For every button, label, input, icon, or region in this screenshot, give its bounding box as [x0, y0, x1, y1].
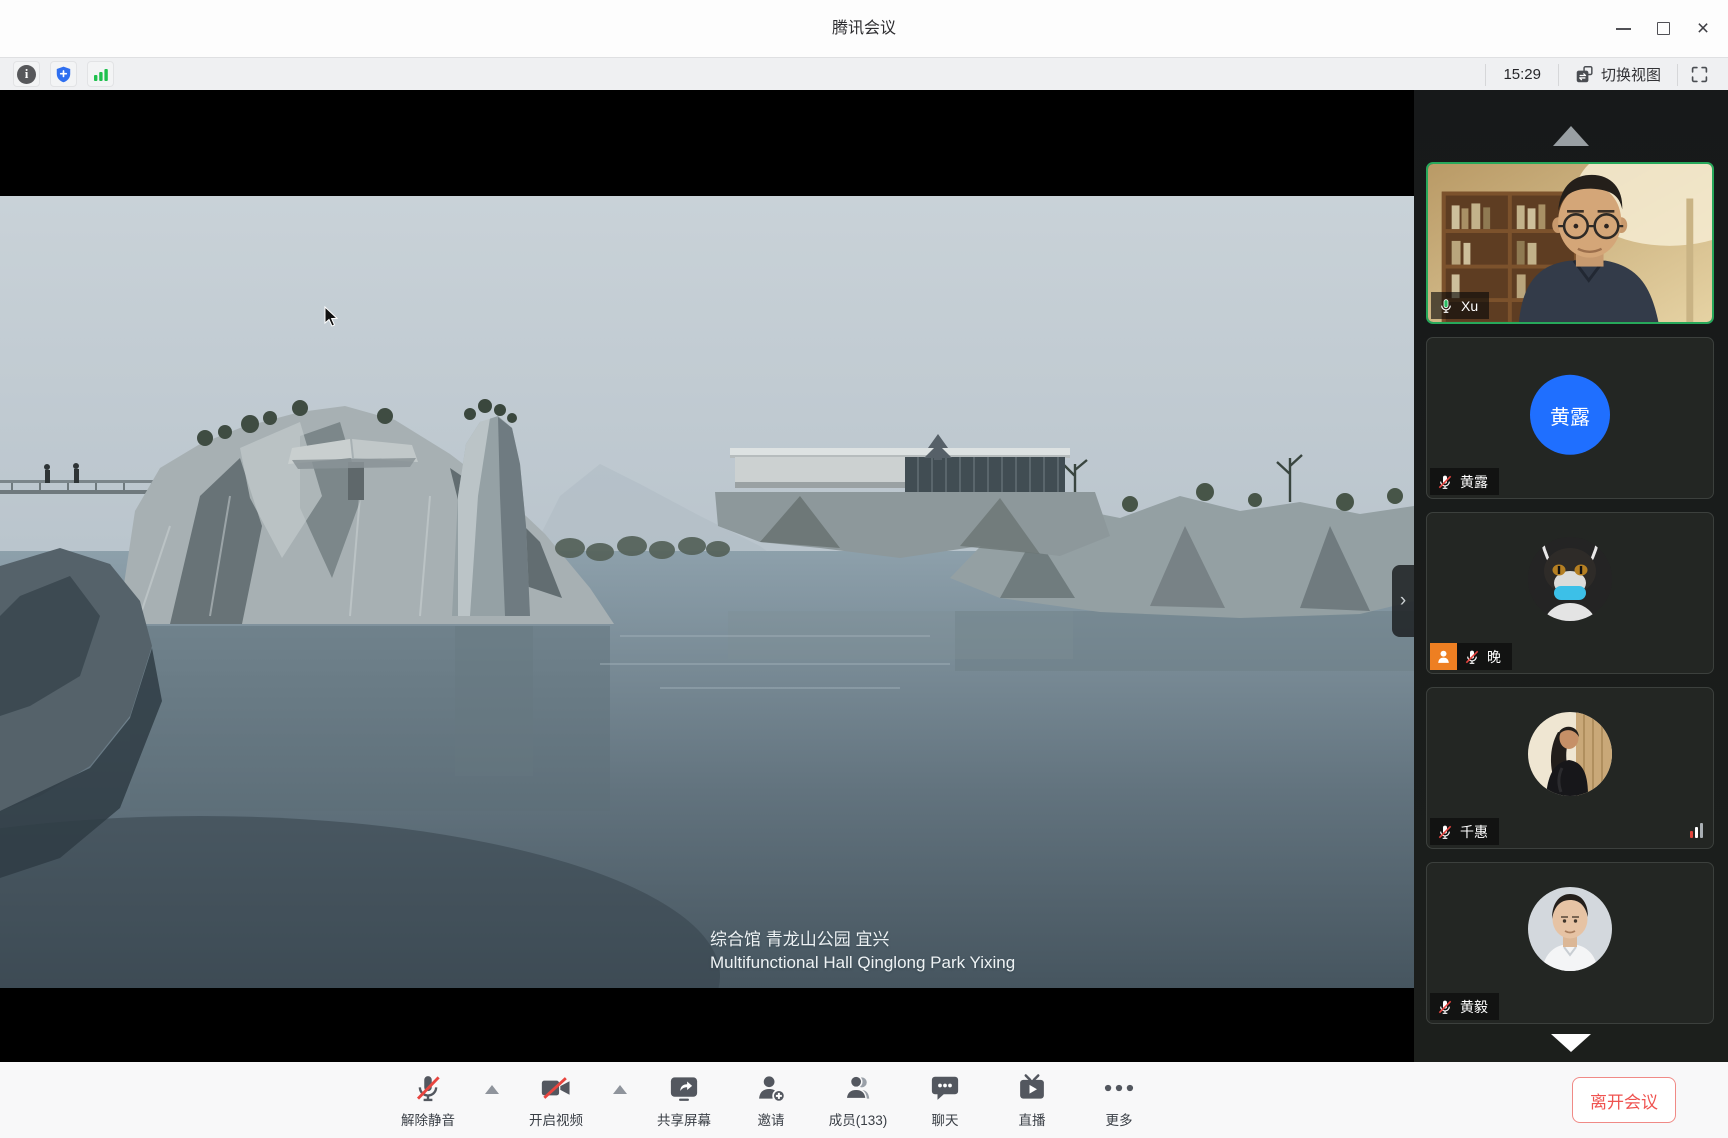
- video-subtitle: 综合馆 青龙山公园 宜兴 Multifunctional Hall Qinglo…: [710, 928, 1015, 974]
- scroll-up-arrow[interactable]: [1553, 126, 1589, 146]
- meeting-clock: 15:29: [1486, 66, 1558, 83]
- mic-muted-icon: [1437, 824, 1453, 840]
- mic-muted-icon: [1437, 999, 1453, 1015]
- camera-options-caret[interactable]: [613, 1085, 627, 1094]
- bottom-toolbar: 解除静音 开启视频: [0, 1062, 1728, 1138]
- participants-sidebar: Xu 黄露 黄露: [1414, 90, 1728, 1062]
- meeting-status-icons: i: [13, 61, 114, 87]
- participant-name: 千惠: [1460, 822, 1488, 842]
- unmute-label: 解除静音: [401, 1109, 455, 1129]
- meeting-info-button[interactable]: i: [13, 61, 40, 87]
- chat-button[interactable]: 聊天: [915, 1072, 975, 1129]
- info-icon: i: [17, 65, 36, 84]
- top-toolbar: i 15:29: [0, 57, 1728, 90]
- participant-tile-xu[interactable]: Xu: [1426, 162, 1714, 324]
- video-subtitle-en: Multifunctional Hall Qinglong Park Yixin…: [710, 951, 1015, 974]
- maximize-icon: [1657, 22, 1670, 35]
- more-dots-icon: [1102, 1073, 1136, 1103]
- participant-avatar-photo: [1528, 712, 1612, 796]
- scroll-down-arrow[interactable]: [1551, 1034, 1591, 1052]
- share-screen-label: 共享屏幕: [657, 1109, 711, 1129]
- close-icon: ×: [1697, 18, 1709, 39]
- members-label: 成员(133): [829, 1109, 888, 1129]
- security-button[interactable]: [50, 61, 77, 87]
- mouse-cursor: [324, 306, 340, 328]
- participant-tile-qianhui[interactable]: 千惠: [1426, 687, 1714, 849]
- top-toolbar-right: 15:29 切换视图: [1485, 58, 1720, 91]
- mic-muted-icon: [413, 1073, 443, 1103]
- mic-on-icon: [1438, 298, 1454, 314]
- close-button[interactable]: ×: [1688, 14, 1718, 44]
- participant-tile-wan[interactable]: 晚: [1426, 512, 1714, 674]
- switch-view-button[interactable]: 切换视图: [1559, 58, 1677, 91]
- more-button[interactable]: 更多: [1089, 1072, 1149, 1129]
- participant-name: 晚: [1487, 647, 1501, 667]
- live-button[interactable]: 直播: [1002, 1072, 1062, 1129]
- fullscreen-icon: [1690, 65, 1709, 84]
- participant-avatar-photo: [1528, 887, 1612, 971]
- unmute-button[interactable]: 解除静音: [398, 1072, 458, 1129]
- leave-meeting-button[interactable]: 离开会议: [1572, 1077, 1676, 1123]
- switch-view-icon: [1575, 65, 1594, 84]
- members-icon: [843, 1073, 873, 1103]
- members-button[interactable]: 成员(133): [828, 1072, 888, 1129]
- titlebar: 腾讯会议 ×: [0, 0, 1728, 57]
- live-label: 直播: [1019, 1109, 1046, 1129]
- minimize-button[interactable]: [1608, 14, 1638, 44]
- maximize-button[interactable]: [1648, 14, 1678, 44]
- chat-label: 聊天: [932, 1109, 959, 1129]
- mic-muted-icon: [1437, 474, 1453, 490]
- mic-options-caret[interactable]: [485, 1085, 499, 1094]
- more-label: 更多: [1106, 1109, 1133, 1129]
- participant-avatar-photo: [1528, 537, 1612, 621]
- shield-plus-icon: [54, 65, 73, 84]
- participant-tile-huanglu[interactable]: 黄露 黄露: [1426, 337, 1714, 499]
- invite-button[interactable]: 邀请: [741, 1072, 801, 1129]
- fullscreen-button[interactable]: [1678, 58, 1720, 91]
- live-tv-icon: [1017, 1073, 1047, 1103]
- chat-icon: [930, 1073, 960, 1103]
- start-video-label: 开启视频: [529, 1109, 583, 1129]
- mic-muted-icon: [1464, 649, 1480, 665]
- app-window: 腾讯会议 × i: [0, 0, 1728, 1138]
- sidebar-collapse-tab[interactable]: ›: [1392, 565, 1414, 637]
- toolbar-buttons: 解除静音 开启视频: [398, 1062, 1149, 1138]
- minimize-icon: [1616, 28, 1631, 30]
- start-video-button[interactable]: 开启视频: [526, 1072, 586, 1129]
- window-controls: ×: [1608, 0, 1718, 57]
- shared-video-frame: [0, 196, 1414, 988]
- share-screen-button[interactable]: 共享屏幕: [654, 1072, 714, 1129]
- main-video-area: 综合馆 青龙山公园 宜兴 Multifunctional Hall Qinglo…: [0, 90, 1414, 1062]
- participant-name: 黄露: [1460, 472, 1488, 492]
- participant-tile-huangyi[interactable]: 黄毅: [1426, 862, 1714, 1024]
- network-status-button[interactable]: [87, 61, 114, 87]
- participant-name: 黄毅: [1460, 997, 1488, 1017]
- share-screen-icon: [669, 1073, 699, 1103]
- network-signal-icon: [92, 65, 110, 83]
- invite-person-icon: [756, 1073, 786, 1103]
- window-title: 腾讯会议: [0, 0, 1728, 57]
- invite-label: 邀请: [758, 1109, 785, 1129]
- camera-off-icon: [540, 1073, 572, 1103]
- participant-avatar-initials: 黄露: [1530, 375, 1610, 455]
- waiting-person-badge: [1430, 643, 1457, 670]
- meeting-stage: 综合馆 青龙山公园 宜兴 Multifunctional Hall Qinglo…: [0, 90, 1728, 1062]
- participant-name: Xu: [1461, 298, 1478, 314]
- switch-view-label: 切换视图: [1601, 64, 1661, 85]
- video-subtitle-zh: 综合馆 青龙山公园 宜兴: [710, 928, 1015, 951]
- weak-signal-icon: [1690, 823, 1703, 838]
